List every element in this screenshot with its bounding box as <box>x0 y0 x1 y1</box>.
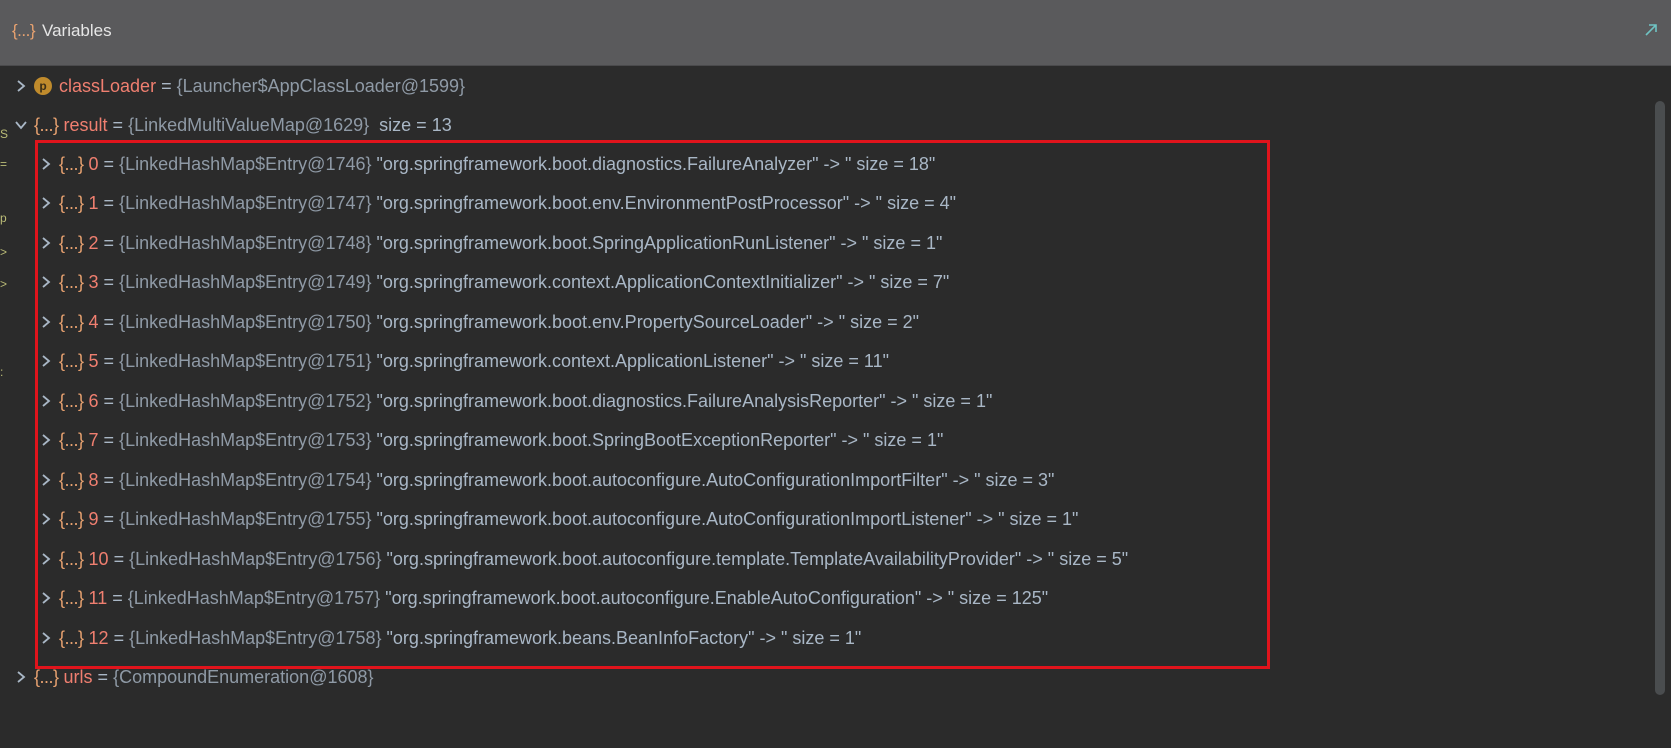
variables-panel-header: {...} Variables <box>0 0 1671 66</box>
variable-name: classLoader <box>59 75 157 96</box>
chevron-down-icon[interactable] <box>14 118 28 132</box>
tree-row-classloader[interactable]: p classLoader = {Launcher$AppClassLoader… <box>14 66 465 106</box>
tree-row-result[interactable]: {...} result = {LinkedMultiValueMap@1629… <box>14 105 452 145</box>
restore-icon[interactable] <box>1643 22 1659 43</box>
object-icon: {...} <box>34 114 59 135</box>
variable-name: urls <box>63 666 93 687</box>
object-icon: {...} <box>34 666 59 687</box>
chevron-right-icon[interactable] <box>14 670 28 684</box>
variable-name: result <box>63 114 108 135</box>
equals-sign: = <box>107 114 129 135</box>
chevron-right-icon[interactable] <box>14 79 28 93</box>
variable-type: {Launcher$AppClassLoader@1599} <box>176 75 466 96</box>
equals-sign: = <box>92 666 114 687</box>
field-icon: p <box>34 77 52 95</box>
variables-icon: {...} <box>12 21 36 40</box>
vertical-scrollbar[interactable] <box>1655 101 1665 695</box>
equals-sign: = <box>156 75 177 96</box>
variable-type: {CompoundEnumeration@1608} <box>113 666 374 687</box>
variable-type: {LinkedMultiValueMap@1629} <box>128 114 370 135</box>
panel-title: Variables <box>42 21 112 40</box>
variable-size: size = 13 <box>369 114 452 135</box>
highlight-annotation-box <box>35 140 1270 669</box>
